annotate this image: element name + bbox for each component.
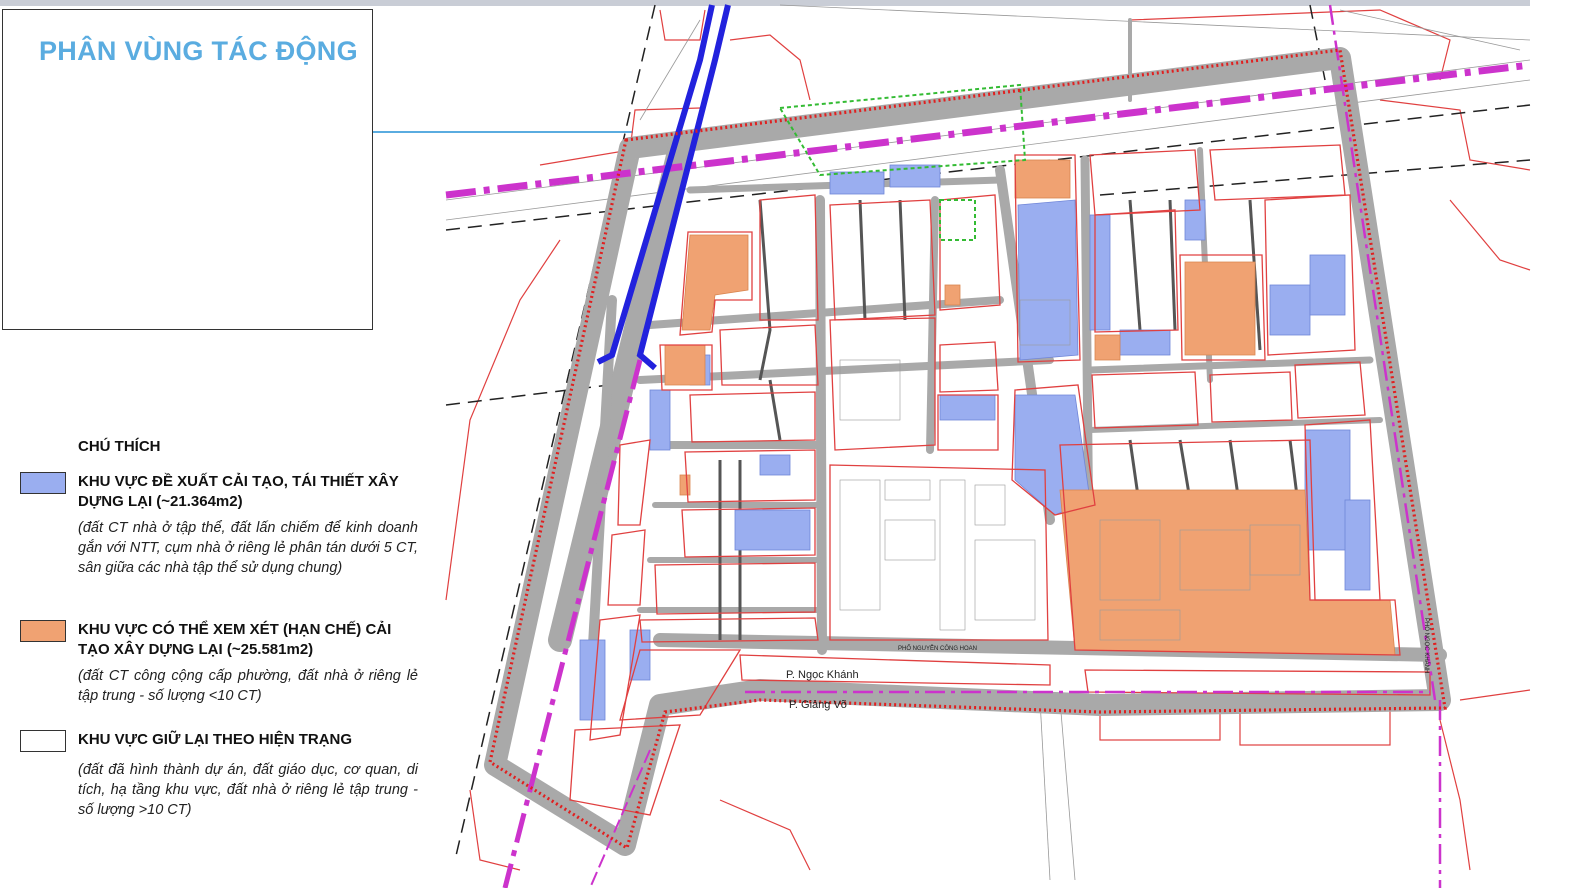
legend-label: KHU VỰC CÓ THỂ XEM XÉT (HẠN CHẾ) CẢI TẠO… — [78, 621, 392, 658]
legend-description: (đất CT nhà ở tập thể, đất lấn chiếm để … — [78, 520, 418, 576]
legend-description: (đất đã hình thành dự án, đất giáo dục, … — [78, 762, 418, 818]
legend-description: (đất CT công cộng cấp phường, đất nhà ở … — [78, 668, 418, 704]
label-nguyen-cong-hoan: PHỐ NGUYỄN CÔNG HOAN — [898, 645, 977, 652]
map-title: PHÂN VÙNG TÁC ĐỘNG — [39, 36, 358, 66]
label-ngoc-khanh: P. Ngọc Khánh — [786, 669, 859, 681]
legend-swatch-orange — [20, 620, 66, 642]
legend-swatch-white — [20, 730, 66, 752]
label-giang-vo: P. Giảng Võ — [789, 699, 847, 711]
road-network — [484, 18, 1451, 856]
legend-heading: CHÚ THÍCH — [78, 438, 161, 455]
title-panel: PHÂN VÙNG TÁC ĐỘNG — [2, 9, 373, 330]
planning-map: P. Ngọc Khánh P. Giảng Võ PHỐ NGUYỄN CÔN… — [445, 4, 1531, 888]
legend-label: KHU VỰC ĐỀ XUẤT CẢI TẠO, TÁI THIẾT XÂY D… — [78, 473, 399, 510]
legend-swatch-blue — [20, 472, 66, 494]
legend-label: KHU VỰC GIỮ LẠI THEO HIỆN TRẠNG — [78, 731, 353, 748]
label-ngoc-khanh-vertical: PHỐ NGỌC KHÁNH — [1423, 618, 1430, 673]
